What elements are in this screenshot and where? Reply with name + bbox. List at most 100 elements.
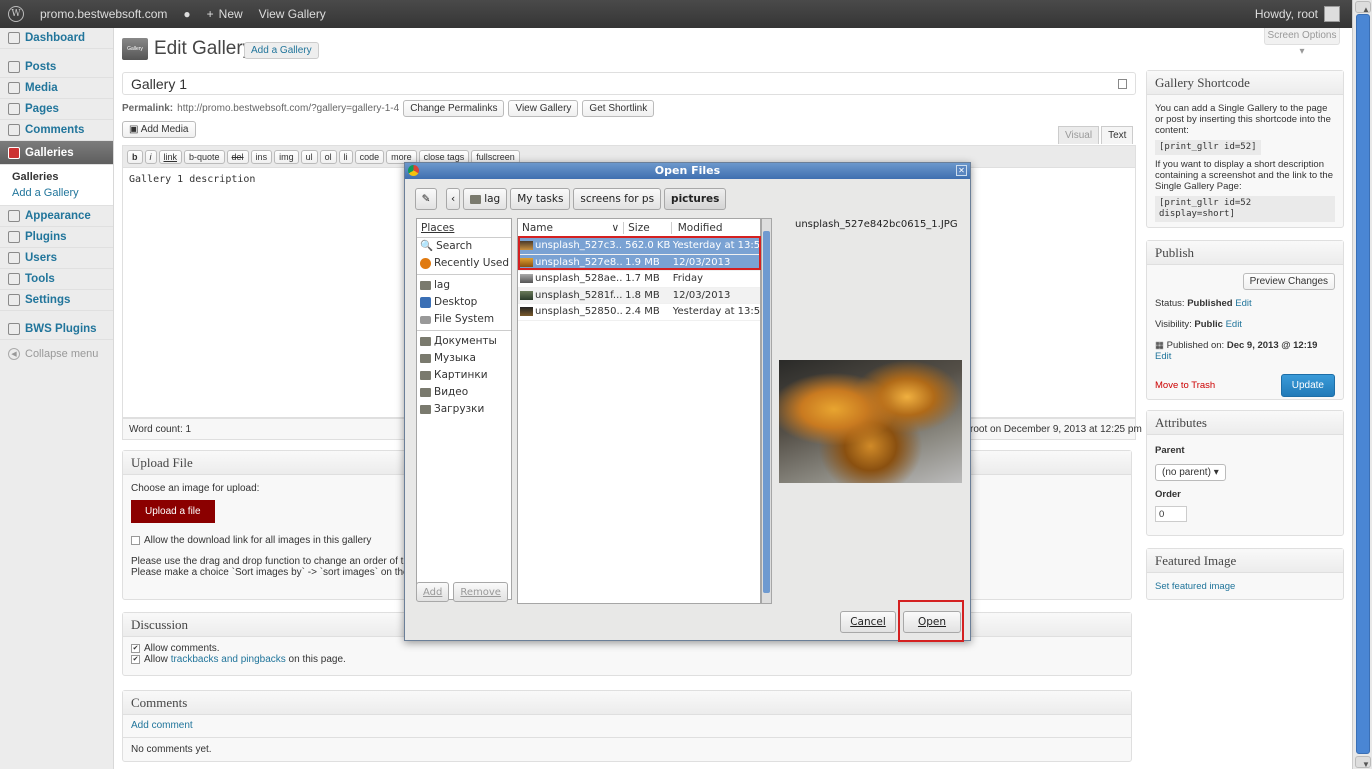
place-documents[interactable]: Документы bbox=[417, 333, 511, 350]
update-button[interactable]: Update bbox=[1280, 374, 1335, 397]
order-input[interactable]: 0 bbox=[1155, 506, 1187, 522]
get-shortlink-button[interactable]: Get Shortlink bbox=[582, 100, 655, 117]
change-permalinks-button[interactable]: Change Permalinks bbox=[403, 100, 505, 117]
menu-comments[interactable]: Comments bbox=[0, 120, 113, 141]
menu-dashboard[interactable]: Dashboard bbox=[0, 28, 113, 49]
qt-bold-button[interactable]: b bbox=[127, 149, 143, 164]
menu-settings[interactable]: Settings bbox=[0, 290, 113, 311]
place-file-system[interactable]: File System bbox=[417, 311, 511, 328]
path-pictures[interactable]: pictures bbox=[664, 188, 727, 210]
dialog-titlebar[interactable]: Open Files ✕ bbox=[405, 163, 970, 179]
add-media-button[interactable]: ▣ Add Media bbox=[122, 121, 196, 138]
file-modified: Friday bbox=[672, 273, 704, 285]
place-label: Загрузки bbox=[434, 403, 485, 415]
tab-visual[interactable]: Visual bbox=[1058, 126, 1100, 144]
scroll-down-button[interactable]: ▼ bbox=[1355, 756, 1371, 769]
place-lag[interactable]: lag bbox=[417, 277, 511, 294]
set-featured-image-link[interactable]: Set featured image bbox=[1155, 581, 1235, 592]
path-back-button[interactable]: ‹ bbox=[446, 188, 461, 210]
menu-appearance[interactable]: Appearance bbox=[0, 206, 113, 227]
close-icon[interactable]: ✕ bbox=[956, 165, 967, 176]
place-downloads[interactable]: Загрузки bbox=[417, 401, 511, 418]
file-row[interactable]: unsplash_5281f... 1.8 MB 12/03/2013 bbox=[518, 287, 760, 304]
allow-comments-label: Allow comments. bbox=[144, 643, 220, 654]
place-label: Desktop bbox=[434, 296, 478, 308]
edit-visibility-link[interactable]: Edit bbox=[1226, 319, 1242, 330]
remove-place-button[interactable]: Remove bbox=[453, 582, 508, 602]
post-title-input[interactable]: Gallery 1 bbox=[122, 72, 1136, 95]
qt-del-button[interactable]: del bbox=[226, 149, 249, 164]
upload-file-button[interactable]: Upload a file bbox=[131, 500, 215, 523]
allow-pings-checkbox[interactable]: ✔ bbox=[131, 654, 140, 664]
menu-posts[interactable]: Posts bbox=[0, 57, 113, 78]
scroll-up-button[interactable]: ▲ bbox=[1355, 1, 1371, 14]
cancel-button[interactable]: Cancel bbox=[840, 611, 896, 633]
path-screens-for-ps[interactable]: screens for ps bbox=[573, 188, 662, 210]
allow-comments-checkbox[interactable]: ✔ bbox=[131, 643, 140, 653]
file-list-scrollbar[interactable] bbox=[761, 218, 772, 604]
page-scrollbar[interactable]: ▲ ▼ bbox=[1352, 0, 1372, 769]
path-my-tasks[interactable]: My tasks bbox=[510, 188, 571, 210]
edit-date-link[interactable]: Edit bbox=[1155, 351, 1171, 362]
file-row[interactable]: unsplash_52850... 2.4 MB Yesterday at 13:5… bbox=[518, 304, 760, 321]
add-gallery-button[interactable]: Add a Gallery bbox=[244, 42, 319, 59]
menu-galleries[interactable]: Galleries bbox=[0, 141, 113, 165]
menu-plugins[interactable]: Plugins bbox=[0, 227, 113, 248]
qt-code-button[interactable]: code bbox=[354, 149, 385, 164]
submenu-add-gallery[interactable]: Add a Gallery bbox=[12, 185, 113, 201]
permalink-url[interactable]: http://promo.bestwebsoft.com/?gallery=ga… bbox=[177, 103, 399, 114]
my-account-menu[interactable]: Howdy, root bbox=[1255, 6, 1352, 22]
type-location-button[interactable]: ✎ bbox=[415, 188, 437, 210]
scrollbar-thumb[interactable] bbox=[1356, 14, 1370, 754]
menu-tools[interactable]: Tools bbox=[0, 269, 113, 290]
place-music[interactable]: Музыка bbox=[417, 350, 511, 367]
view-gallery-link[interactable]: View Gallery bbox=[251, 7, 334, 21]
preview-changes-button[interactable]: Preview Changes bbox=[1242, 273, 1335, 290]
qt-bquote-button[interactable]: b-quote bbox=[184, 149, 225, 164]
qt-ins-button[interactable]: ins bbox=[250, 149, 273, 164]
size-column-header[interactable]: Size bbox=[623, 222, 671, 234]
name-column-header[interactable]: Name ∨ bbox=[518, 222, 623, 234]
move-to-trash-link[interactable]: Move to Trash bbox=[1155, 380, 1215, 391]
new-content-link[interactable]: + New bbox=[199, 7, 251, 21]
qt-ul-button[interactable]: ul bbox=[300, 149, 318, 164]
site-name-link[interactable]: promo.bestwebsoft.com bbox=[32, 7, 175, 21]
tab-text[interactable]: Text bbox=[1101, 126, 1134, 144]
screen-options-button[interactable]: Screen Options ▾ bbox=[1264, 28, 1340, 57]
qt-link-button[interactable]: link bbox=[158, 149, 183, 164]
submenu-galleries[interactable]: Galleries bbox=[12, 169, 113, 185]
place-desktop[interactable]: Desktop bbox=[417, 294, 511, 311]
edit-status-link[interactable]: Edit bbox=[1235, 298, 1251, 309]
wp-logo-menu[interactable]: W bbox=[0, 6, 32, 22]
collapse-menu[interactable]: ◀ Collapse menu bbox=[0, 348, 113, 360]
folder-icon bbox=[420, 337, 431, 346]
menu-bws-plugins[interactable]: BWS Plugins bbox=[0, 319, 113, 340]
add-comment-link[interactable]: Add comment bbox=[131, 720, 193, 731]
trackbacks-link[interactable]: trackbacks and pingbacks bbox=[171, 654, 286, 665]
place-video[interactable]: Видео bbox=[417, 384, 511, 401]
view-gallery-button[interactable]: View Gallery bbox=[508, 100, 579, 117]
menu-users[interactable]: Users bbox=[0, 248, 113, 269]
qt-li-button[interactable]: li bbox=[338, 149, 353, 164]
file-list-scrollbar-thumb[interactable] bbox=[763, 231, 770, 593]
comment-icon bbox=[8, 124, 20, 136]
place-pictures[interactable]: Картинки bbox=[417, 367, 511, 384]
qt-img-button[interactable]: img bbox=[274, 149, 299, 164]
post-title-value: Gallery 1 bbox=[131, 76, 188, 92]
places-header[interactable]: Places bbox=[417, 219, 511, 238]
qt-ol-button[interactable]: ol bbox=[319, 149, 337, 164]
expand-icon[interactable] bbox=[1118, 79, 1127, 89]
place-search[interactable]: 🔍 Search bbox=[417, 238, 511, 255]
menu-pages[interactable]: Pages bbox=[0, 99, 113, 120]
parent-select[interactable]: (no parent) ▾ bbox=[1155, 464, 1226, 481]
qt-italic-button[interactable]: i bbox=[144, 149, 157, 164]
menu-media[interactable]: Media bbox=[0, 78, 113, 99]
file-size: 1.8 MB bbox=[625, 289, 660, 301]
place-recently-used[interactable]: Recently Used bbox=[417, 255, 511, 272]
comments-bubble-link[interactable]: ● bbox=[175, 7, 198, 21]
file-row[interactable]: unsplash_528ae... 1.7 MB Friday bbox=[518, 271, 760, 288]
add-place-button[interactable]: Add bbox=[416, 582, 450, 602]
allow-download-checkbox[interactable] bbox=[131, 535, 140, 545]
modified-column-header[interactable]: Modified bbox=[670, 222, 760, 234]
path-lag[interactable]: lag bbox=[463, 188, 508, 210]
